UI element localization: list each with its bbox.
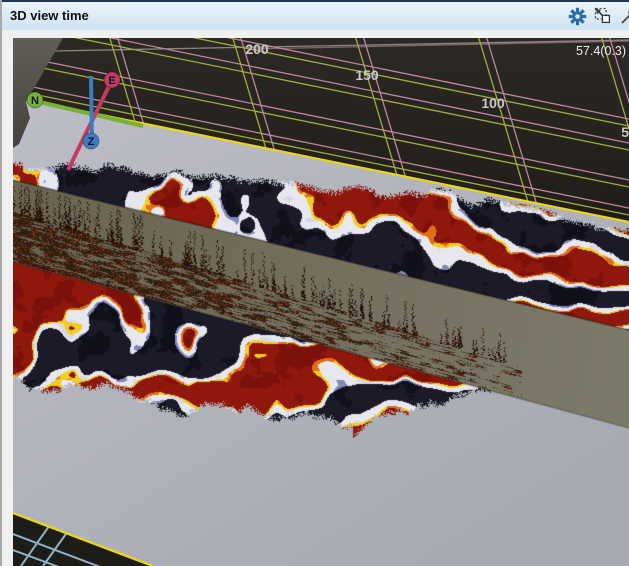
north-axis-label: N [31, 95, 39, 107]
settings-button[interactable] [564, 3, 590, 29]
depth-axis-label: Z [88, 136, 95, 148]
pane-left-border [0, 0, 2, 566]
pin-button[interactable] [616, 3, 629, 29]
restore-size-button[interactable] [590, 3, 616, 29]
3d-view-time-pane: 3D view time N E Z [0, 0, 629, 566]
3d-scene-viewport[interactable]: 200 150 100 50 57.4(0.3) [13, 38, 629, 566]
east-axis-label: E [108, 75, 115, 87]
gear-icon [568, 7, 586, 25]
titlebar[interactable]: 3D view time [2, 2, 629, 30]
orientation-tripod: N E Z [26, 71, 144, 171]
north-axis-line [34, 99, 144, 128]
restore-icon [594, 7, 611, 24]
pane-title: 3D view time [10, 8, 89, 23]
pin-icon [621, 10, 629, 24]
depth-axis-line [89, 75, 94, 143]
titlebar-buttons [564, 2, 629, 30]
